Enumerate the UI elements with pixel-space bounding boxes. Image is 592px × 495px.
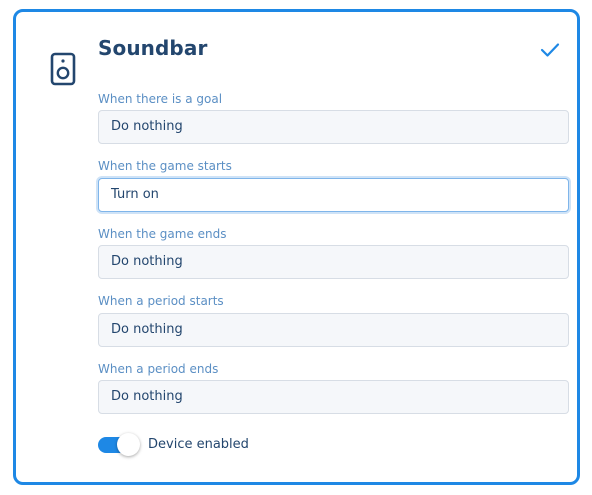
goal-field-label: When there is a goal: [98, 92, 223, 106]
period-start-action-select[interactable]: Do nothing: [98, 313, 569, 347]
game-start-action-select[interactable]: Turn on: [98, 178, 569, 212]
card-title: Soundbar: [98, 36, 208, 60]
speaker-icon: [50, 52, 76, 86]
device-card: Soundbar When there is a goal Do nothing…: [13, 9, 580, 485]
period-end-field-label: When a period ends: [98, 362, 219, 376]
check-icon[interactable]: [540, 42, 560, 58]
device-enabled-label: Device enabled: [148, 437, 249, 452]
device-enabled-toggle[interactable]: [98, 433, 140, 456]
game-start-field-label: When the game starts: [98, 159, 232, 173]
goal-action-select[interactable]: Do nothing: [98, 110, 569, 144]
toggle-knob: [117, 433, 140, 456]
period-start-field-label: When a period starts: [98, 294, 224, 308]
game-end-field-label: When the game ends: [98, 227, 227, 241]
period-end-action-select[interactable]: Do nothing: [98, 380, 569, 414]
game-end-action-select[interactable]: Do nothing: [98, 245, 569, 279]
